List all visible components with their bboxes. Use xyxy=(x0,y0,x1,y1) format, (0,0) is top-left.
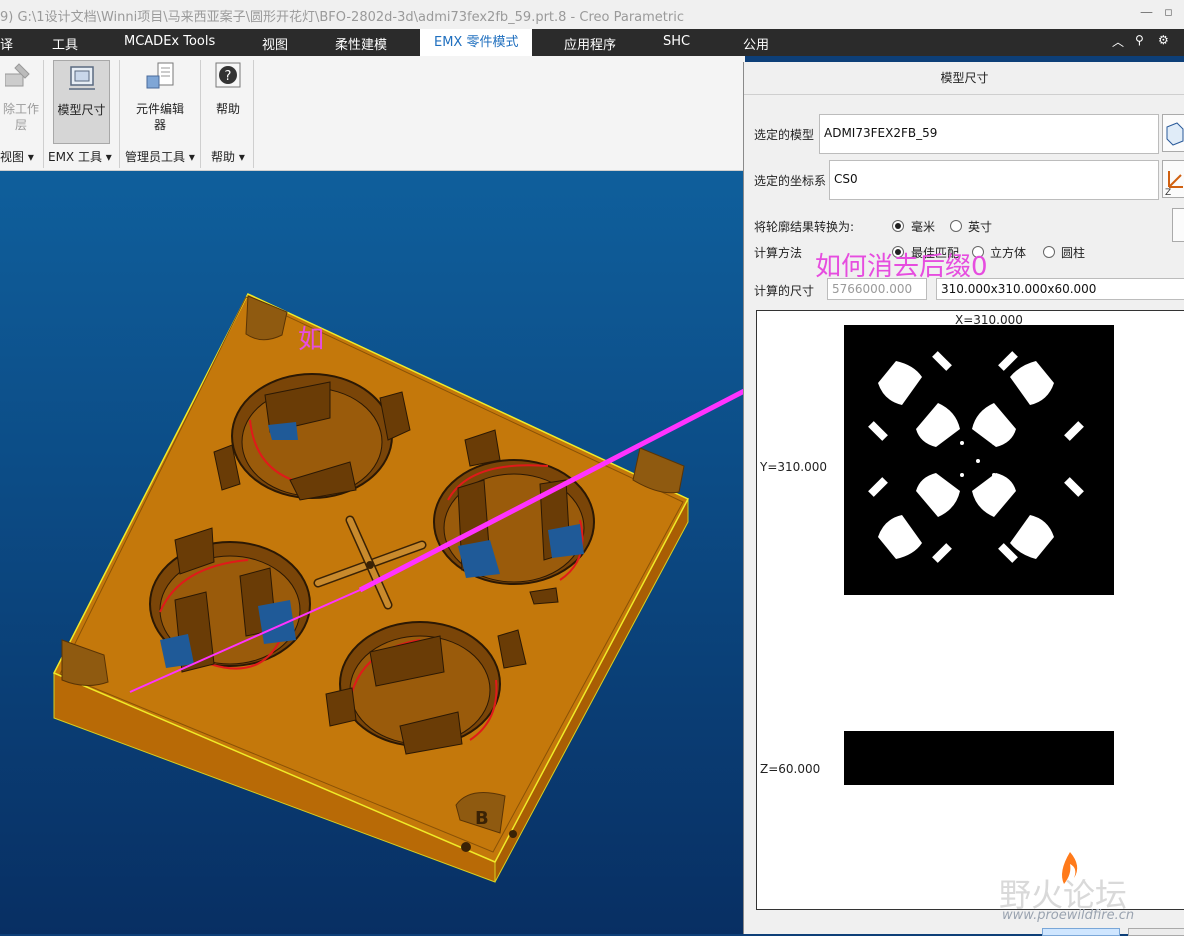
convert-label: 将轮廓结果转换为: xyxy=(754,220,855,234)
watermark-url: www.proewildfire.cn xyxy=(1002,908,1135,923)
select-model-icon xyxy=(1166,122,1184,146)
svg-text:Z: Z xyxy=(1165,188,1171,197)
unit-mm-label: 毫米 xyxy=(911,220,936,234)
dialog-title: 模型尺寸 xyxy=(744,62,1184,95)
selected-csys-field[interactable]: CS0 xyxy=(829,160,1159,200)
selected-model-label: 选定的模型 xyxy=(754,128,815,142)
unit-inch-label: 英寸 xyxy=(968,220,993,234)
method-cylinder-radio[interactable] xyxy=(1043,246,1055,258)
y-dimension-label: Y=310.000 xyxy=(760,460,828,474)
selected-model-field[interactable]: ADMI73FEX2FB_59 xyxy=(819,114,1159,154)
selected-csys-label: 选定的坐标系 xyxy=(754,174,827,188)
method-cube-label: 立方体 xyxy=(990,246,1027,260)
xy-profile xyxy=(844,325,1114,595)
model-size-dialog: 模型尺寸 选定的模型 ADMI73FEX2FB_59 选定的坐标系 CS0 Z … xyxy=(743,62,1184,934)
export-button[interactable] xyxy=(1172,208,1184,242)
cancel-button[interactable] xyxy=(1128,928,1184,936)
flame-logo-icon xyxy=(1062,852,1078,884)
select-csys-button[interactable]: Z xyxy=(1162,160,1184,198)
profile-preview: X=310.000 Y=310.000 Z=60.000 xyxy=(756,310,1184,910)
computed-label: 计算的尺寸 xyxy=(754,284,815,298)
z-profile xyxy=(844,731,1114,785)
z-dimension-label: Z=60.000 xyxy=(760,762,821,776)
method-cylinder-label: 圆柱 xyxy=(1061,246,1086,260)
csys-icon: Z xyxy=(1165,171,1183,198)
select-model-button[interactable] xyxy=(1162,114,1184,152)
annotation-question: 如何消去后缀0 xyxy=(815,252,988,282)
ok-button[interactable] xyxy=(1042,928,1120,936)
method-label: 计算方法 xyxy=(754,246,803,260)
unit-inch-radio[interactable] xyxy=(950,220,962,232)
unit-mm-radio[interactable] xyxy=(892,220,904,232)
